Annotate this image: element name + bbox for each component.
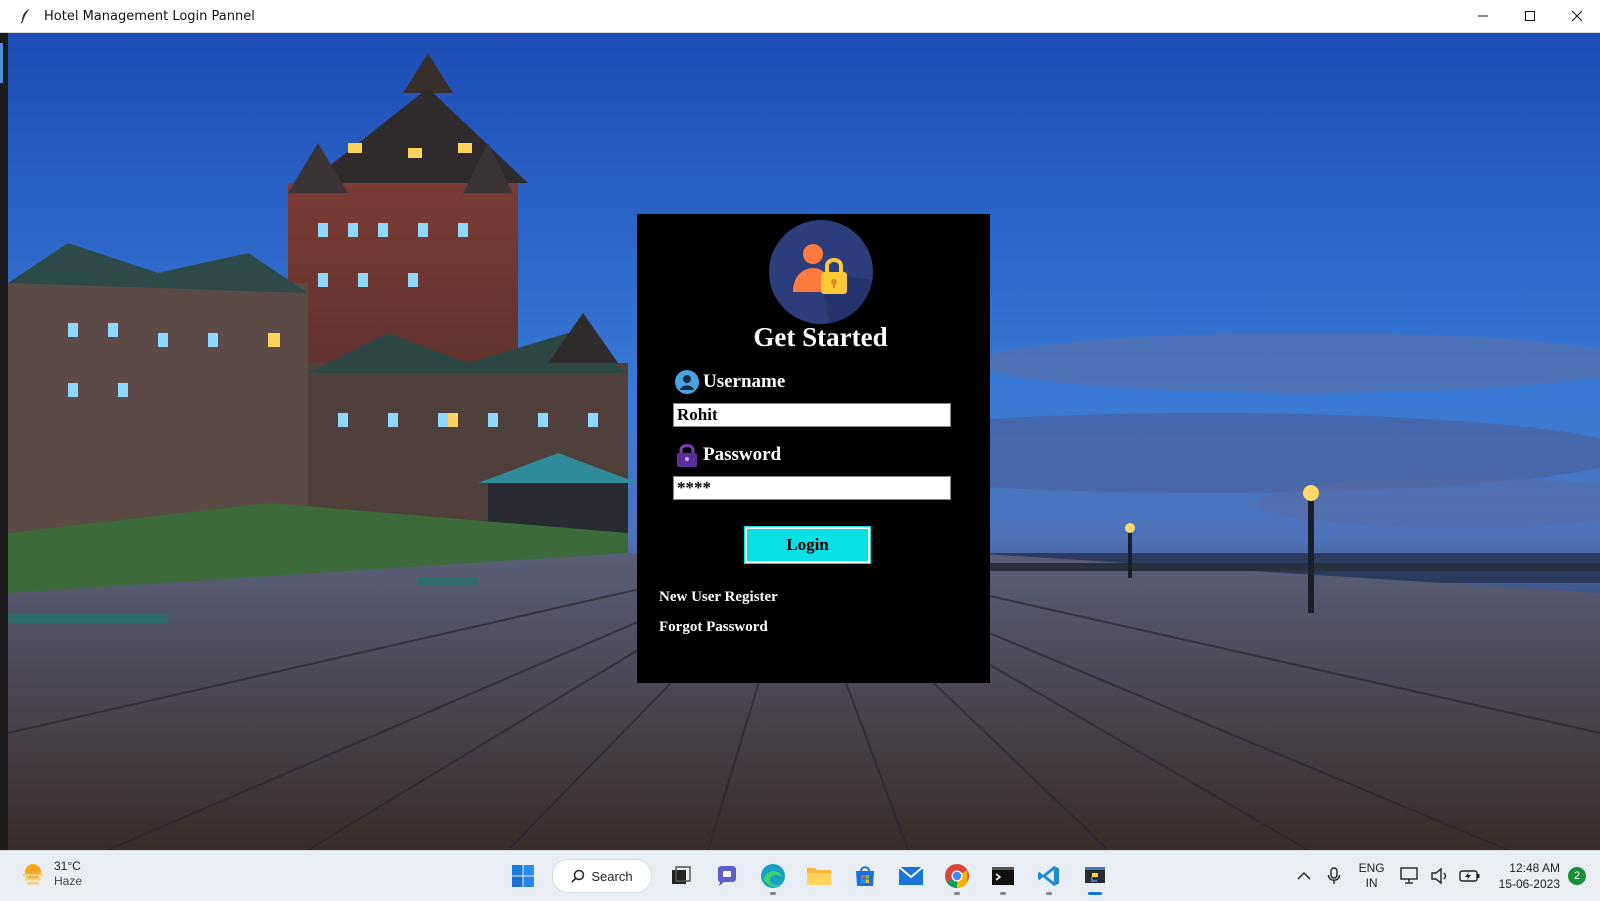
window-title: Hotel Management Login Pannel xyxy=(44,8,255,24)
weather-widget[interactable]: 31°C Haze xyxy=(20,859,82,889)
login-button[interactable]: Login xyxy=(744,526,871,564)
password-input[interactable]: **** xyxy=(673,476,951,500)
user-icon xyxy=(675,370,699,394)
forgot-password-link[interactable]: Forgot Password xyxy=(659,619,768,636)
close-button[interactable] xyxy=(1553,0,1600,32)
weather-temperature: 31°C xyxy=(54,859,81,873)
window-left-edge xyxy=(0,33,8,850)
show-hidden-icons-button[interactable] xyxy=(1289,861,1319,891)
terminal-icon xyxy=(992,867,1014,885)
title-bar: Hotel Management Login Pannel xyxy=(0,0,1600,33)
new-user-register-link[interactable]: New User Register xyxy=(659,589,778,606)
clock[interactable]: 12:48 AM 15-06-2023 xyxy=(1499,860,1560,892)
password-label-text: Password xyxy=(703,444,782,465)
start-button[interactable] xyxy=(500,856,546,896)
microphone-button[interactable] xyxy=(1319,861,1349,891)
minimize-icon xyxy=(1477,15,1488,17)
edge-button[interactable] xyxy=(750,856,796,896)
search-label: Search xyxy=(591,868,633,884)
terminal-button[interactable] xyxy=(980,856,1026,896)
search-icon xyxy=(571,869,585,883)
password-label: Password xyxy=(673,442,781,468)
username-label-text: Username xyxy=(703,371,786,392)
microphone-icon xyxy=(1327,867,1340,884)
maximize-button[interactable] xyxy=(1506,0,1553,32)
weather-description: Haze xyxy=(54,874,83,888)
language-indicator[interactable]: ENG IN xyxy=(1359,861,1385,891)
taskbar-apps: Search xyxy=(500,856,1118,896)
sun-haze-icon xyxy=(23,864,43,885)
python-idle-icon xyxy=(1085,867,1105,883)
chrome-icon xyxy=(945,864,969,888)
file-explorer-icon xyxy=(807,868,831,885)
network-monitor-icon xyxy=(1399,867,1418,884)
file-explorer-button[interactable] xyxy=(796,856,842,896)
task-view-icon xyxy=(672,866,691,884)
python-idle-button[interactable] xyxy=(1072,856,1118,896)
login-panel: Get Started Username Rohit Password ****… xyxy=(637,214,990,683)
vscode-icon xyxy=(1038,866,1059,886)
feather-icon xyxy=(20,9,30,24)
clock-time: 12:48 AM xyxy=(1509,861,1560,875)
taskbar-search[interactable]: Search xyxy=(552,859,652,893)
mail-button[interactable] xyxy=(888,856,934,896)
language-line2: IN xyxy=(1365,876,1378,890)
language-line1: ENG xyxy=(1358,861,1385,875)
task-view-button[interactable] xyxy=(658,856,704,896)
taskbar: 31°C Haze Search ENG IN 12:48 AM 15-06-2… xyxy=(0,850,1600,901)
notification-badge[interactable]: 2 xyxy=(1568,867,1586,885)
login-heading: Get Started xyxy=(753,322,888,352)
network-button[interactable] xyxy=(1395,861,1425,891)
minimize-button[interactable] xyxy=(1459,0,1506,32)
chevron-up-icon xyxy=(1297,871,1311,880)
chrome-button[interactable] xyxy=(934,856,980,896)
battery-charging-icon xyxy=(1458,870,1480,882)
username-label: Username xyxy=(673,369,785,395)
store-button[interactable] xyxy=(842,856,888,896)
system-tray: ENG IN 12:48 AM 15-06-2023 2 xyxy=(1289,851,1600,901)
store-icon xyxy=(856,866,874,886)
volume-button[interactable] xyxy=(1425,861,1455,891)
edge-icon xyxy=(761,864,785,888)
battery-button[interactable] xyxy=(1455,861,1485,891)
close-icon xyxy=(1571,10,1582,22)
clock-date: 15-06-2023 xyxy=(1498,877,1560,891)
start-icon xyxy=(512,865,534,887)
vscode-button[interactable] xyxy=(1026,856,1072,896)
maximize-icon xyxy=(1524,11,1535,21)
speaker-icon xyxy=(1430,867,1446,885)
teams-chat-button[interactable] xyxy=(704,856,750,896)
lock-icon xyxy=(677,444,697,467)
user-lock-avatar-icon xyxy=(769,220,873,324)
username-input[interactable]: Rohit xyxy=(673,403,951,427)
mail-icon xyxy=(898,866,924,885)
teams-chat-icon xyxy=(718,866,736,886)
